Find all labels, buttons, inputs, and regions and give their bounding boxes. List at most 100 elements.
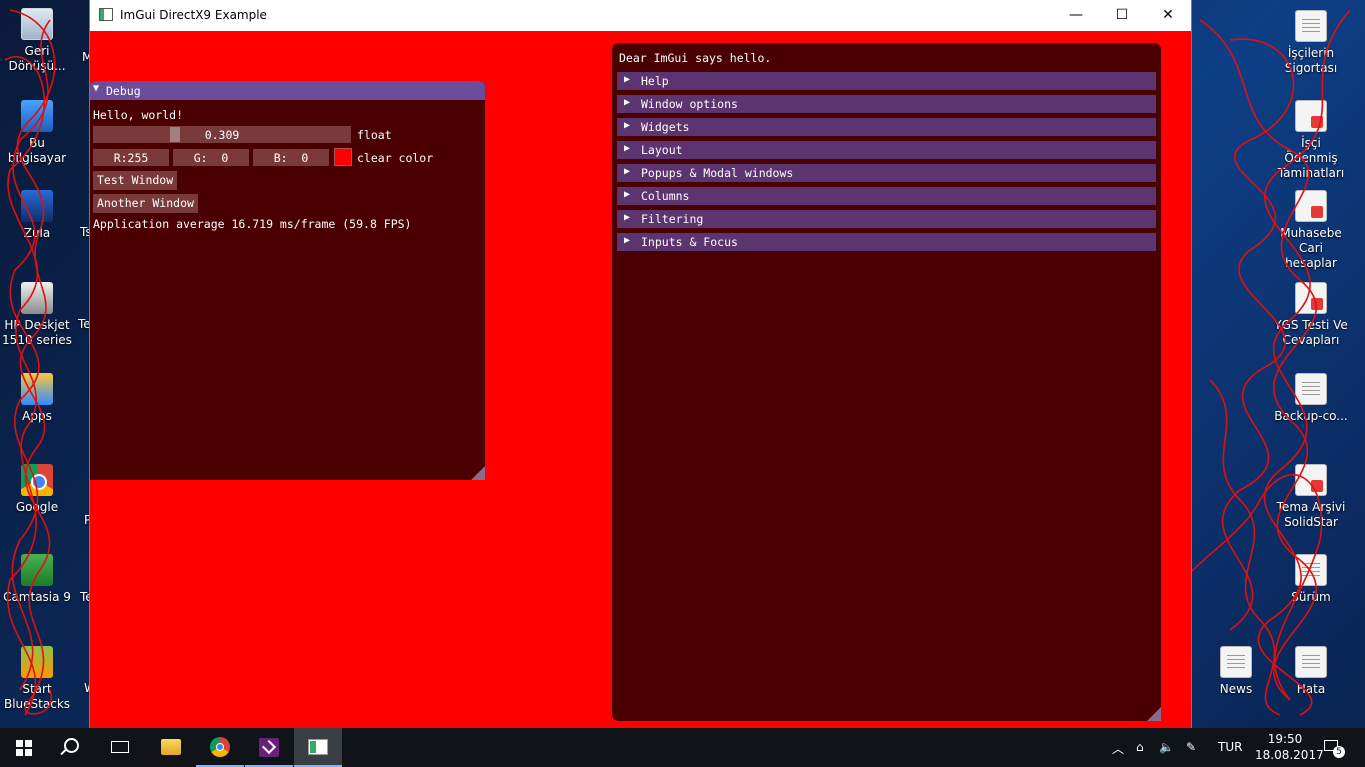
maximize-icon: ☐: [1115, 7, 1129, 23]
pen-icon[interactable]: ✎: [1186, 740, 1196, 754]
header-label: Help: [641, 74, 669, 88]
partial-icon-label: Te: [78, 317, 91, 331]
desktop-icon-label: Start BlueStacks: [3, 682, 71, 711]
desktop-icon-file[interactable]: Backup-co...: [1274, 373, 1348, 424]
desktop-icon-file[interactable]: Muhasebe Cari hesaplar: [1274, 190, 1348, 271]
close-icon: ✕: [1162, 7, 1174, 23]
taskbar-visual-studio[interactable]: [245, 728, 293, 767]
expand-arrow-icon: ▶: [624, 212, 631, 223]
window-titlebar[interactable]: ImGui DirectX9 Example — ☐ ✕: [90, 0, 1191, 31]
desktop-icon-label: HP Deskjet 1510 series: [2, 318, 72, 347]
demo-window[interactable]: Dear ImGui says hello. ▶ Help ▶ Window opt…: [612, 43, 1161, 721]
desktop-icon-google-chrome[interactable]: Google: [0, 464, 74, 515]
desktop-icon-file[interactable]: İşçi Ödenmiş Taminatları: [1274, 100, 1348, 181]
app-window-icon: [99, 8, 113, 21]
resize-grip[interactable]: [471, 466, 485, 480]
slider-value: 0.309: [204, 128, 240, 142]
clock-time: 19:50: [1267, 732, 1303, 746]
chrome-icon: [210, 737, 230, 757]
header-label: Layout: [641, 143, 683, 157]
desktop-icon-printer[interactable]: HP Deskjet 1510 series: [0, 282, 74, 348]
pdf-icon: [1295, 282, 1327, 314]
maximize-button[interactable]: ☐: [1099, 0, 1145, 31]
taskbar-chrome[interactable]: [196, 728, 244, 767]
desktop-icon-file[interactable]: Sürüm: [1274, 554, 1348, 605]
debug-window-title: Debug: [106, 84, 141, 98]
debug-window[interactable]: ▼ Debug Hello, world! 0.309 float R:255 …: [90, 81, 485, 480]
header-label: Filtering: [641, 212, 704, 226]
header-popups-modal[interactable]: ▶ Popups & Modal windows: [617, 164, 1156, 182]
color-r-field[interactable]: R:255: [93, 149, 169, 166]
desktop-icon-label: Muhasebe Cari hesaplar: [1280, 226, 1342, 270]
color-b-field[interactable]: B: 0: [253, 149, 329, 166]
clock[interactable]: 19:50 18.08.2017: [1255, 731, 1324, 763]
header-label: Inputs & Focus: [641, 235, 738, 249]
debug-window-titlebar[interactable]: ▼ Debug: [90, 81, 485, 100]
volume-icon[interactable]: 🔈: [1159, 740, 1174, 754]
desktop-icon-label: Apps: [22, 409, 52, 423]
taskbar: ︿ ⌂ 🔈 ✎ TUR 19:50 18.08.2017 5: [0, 728, 1365, 767]
header-columns[interactable]: ▶ Columns: [617, 187, 1156, 205]
document-icon: [1295, 554, 1327, 586]
desktop-icon-this-pc[interactable]: Bu bilgisayar: [0, 100, 74, 166]
window-title: ImGui DirectX9 Example: [120, 8, 267, 22]
search-icon: [64, 738, 79, 753]
color-g-field[interactable]: G: 0: [173, 149, 249, 166]
desktop-icon-file[interactable]: YGS Testi Ve Cevapları: [1274, 282, 1348, 348]
task-view-button[interactable]: [96, 728, 144, 767]
pdf-icon: [1295, 464, 1327, 496]
collapse-arrow-icon[interactable]: ▼: [93, 83, 99, 94]
apps-icon: [21, 373, 53, 405]
minimize-button[interactable]: —: [1053, 0, 1099, 31]
header-help[interactable]: ▶ Help: [617, 72, 1156, 90]
header-layout[interactable]: ▶ Layout: [617, 141, 1156, 159]
clear-color-label: clear color: [357, 151, 434, 165]
pdf-icon: [1295, 100, 1327, 132]
taskbar-file-explorer[interactable]: [147, 728, 195, 767]
bluestacks-icon: [21, 646, 53, 678]
search-button[interactable]: [48, 728, 96, 767]
folder-icon: [161, 739, 181, 755]
show-hidden-icons-chevron-icon[interactable]: ︿: [1112, 740, 1124, 757]
header-inputs-focus[interactable]: ▶ Inputs & Focus: [617, 233, 1156, 251]
pdf-icon: [1295, 190, 1327, 222]
hello-text: Hello, world!: [93, 108, 184, 122]
action-center-button[interactable]: 5: [1322, 738, 1345, 758]
desktop-icon-label: News: [1219, 682, 1253, 696]
desktop-icon-bluestacks[interactable]: Start BlueStacks: [0, 646, 74, 712]
desktop-icon-file[interactable]: Tema Arşivi SolidStar: [1274, 464, 1348, 530]
slider-label: float: [357, 128, 392, 142]
expand-arrow-icon: ▶: [624, 74, 631, 85]
color-b-value: B: 0: [273, 151, 309, 165]
test-window-button[interactable]: Test Window: [93, 171, 178, 190]
notification-count: 5: [1333, 746, 1345, 758]
desktop-icon-zula[interactable]: Zula: [0, 190, 74, 241]
color-g-value: G: 0: [193, 151, 229, 165]
taskbar-imgui-app[interactable]: [294, 728, 342, 767]
minimize-icon: —: [1069, 7, 1083, 23]
fps-text: Application average 16.719 ms/frame (59.…: [93, 217, 412, 231]
desktop-icon-file[interactable]: News: [1199, 646, 1273, 697]
chrome-icon: [21, 464, 53, 496]
another-window-button[interactable]: Another Window: [93, 194, 198, 213]
desktop-icon-apps[interactable]: Apps: [0, 373, 74, 424]
header-widgets[interactable]: ▶ Widgets: [617, 118, 1156, 136]
resize-grip[interactable]: [1147, 707, 1161, 721]
input-language[interactable]: TUR: [1218, 740, 1242, 754]
header-filtering[interactable]: ▶ Filtering: [617, 210, 1156, 228]
start-button[interactable]: [0, 728, 48, 767]
close-button[interactable]: ✕: [1145, 0, 1191, 31]
clear-color-swatch[interactable]: [334, 148, 352, 166]
color-r-value: R:255: [113, 151, 149, 165]
desktop-icon-file[interactable]: Hata: [1274, 646, 1348, 697]
desktop-icon-label: Sürüm: [1291, 590, 1331, 604]
desktop-icon-file[interactable]: İşçilerin Sigortası: [1274, 10, 1348, 76]
float-slider[interactable]: 0.309: [93, 126, 351, 143]
expand-arrow-icon: ▶: [624, 143, 631, 154]
desktop-icon-camtasia[interactable]: Camtasia 9: [0, 554, 74, 605]
header-window-options[interactable]: ▶ Window options: [617, 95, 1156, 113]
clock-date: 18.08.2017: [1255, 748, 1324, 762]
network-icon[interactable]: ⌂: [1136, 740, 1144, 754]
desktop-icon-label: Zula: [23, 226, 51, 240]
desktop-icon-recycle-bin[interactable]: Geri Dönüşü...: [0, 8, 74, 74]
